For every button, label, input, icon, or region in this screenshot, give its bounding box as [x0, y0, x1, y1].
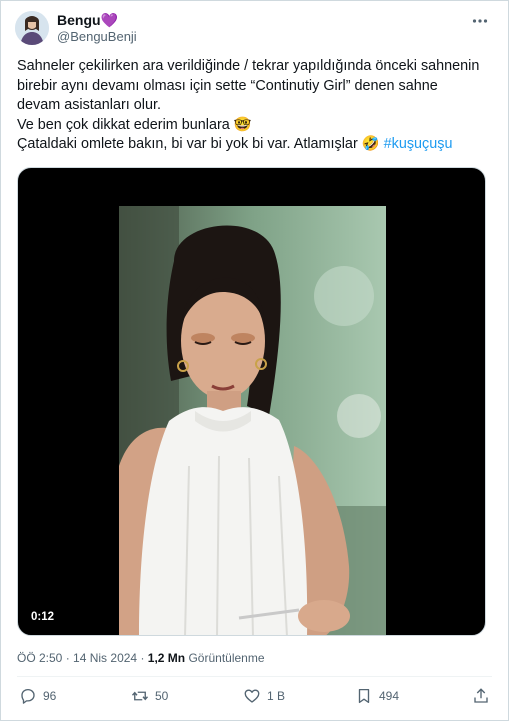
share-icon: [474, 688, 488, 703]
display-name[interactable]: Bengu💜: [57, 12, 118, 29]
more-options-button[interactable]: [470, 11, 490, 31]
tweet-card: Bengu💜 @BenguBenji Sahneler çekilirken a…: [0, 0, 509, 721]
like-icon: [244, 689, 260, 703]
like-button[interactable]: 1 B: [243, 687, 285, 705]
like-count: 1 B: [267, 689, 286, 703]
reply-icon: [21, 688, 35, 704]
bookmark-count: 494: [379, 689, 400, 703]
repost-icon: [131, 691, 149, 701]
tweet-line: Sahneler çekilirken ara verildiğinde / t…: [17, 58, 480, 74]
tweet-meta: ÖÖ 2:50 · 14 Nis 2024 · 1,2 Mn Görüntüle…: [17, 651, 265, 665]
repost-button[interactable]: 50: [131, 687, 168, 705]
tweet-line-last: Çataldaki omlete bakın, bi var bi yok bi…: [17, 135, 497, 155]
views-label: Görüntülenme: [188, 651, 265, 665]
bookmark-button[interactable]: 494: [355, 687, 399, 705]
video-duration: 0:12: [26, 609, 60, 625]
more-icon: [472, 19, 488, 23]
tweet-line: Ve ben çok dikkat ederim bunlara 🤓: [17, 116, 252, 133]
views-count: 1,2 Mn: [147, 651, 186, 665]
bookmark-icon: [358, 688, 370, 704]
share-button[interactable]: [472, 687, 490, 705]
repost-count: 50: [155, 689, 169, 703]
meta-separator: ·: [140, 651, 145, 665]
display-name-emoji: 💜: [100, 12, 118, 28]
avatar[interactable]: [15, 11, 49, 45]
divider: [17, 676, 492, 677]
tweet-time[interactable]: ÖÖ 2:50: [17, 651, 62, 665]
hashtag-link[interactable]: #kuşuçuşu: [384, 136, 453, 152]
user-handle[interactable]: @BenguBenji: [57, 29, 137, 45]
video-frame: [119, 206, 386, 635]
tweet-line-text: Çataldaki omlete bakın, bi var bi yok bi…: [17, 136, 380, 152]
tweet-text: Sahneler çekilirken ara verildiğinde / t…: [17, 57, 497, 155]
video-player[interactable]: 0:12: [17, 167, 486, 636]
reply-count: 96: [43, 689, 57, 703]
reply-button[interactable]: 96: [19, 687, 56, 705]
meta-separator: ·: [65, 651, 70, 665]
action-bar: 96 50 1 B 494: [17, 687, 492, 711]
tweet-date[interactable]: 14 Nis 2024: [73, 651, 137, 665]
tweet-line: birebir aynı devamı olması için sette “C…: [17, 77, 438, 94]
display-name-text: Bengu: [57, 12, 101, 28]
tweet-line: devam asistanları olur.: [17, 97, 161, 113]
